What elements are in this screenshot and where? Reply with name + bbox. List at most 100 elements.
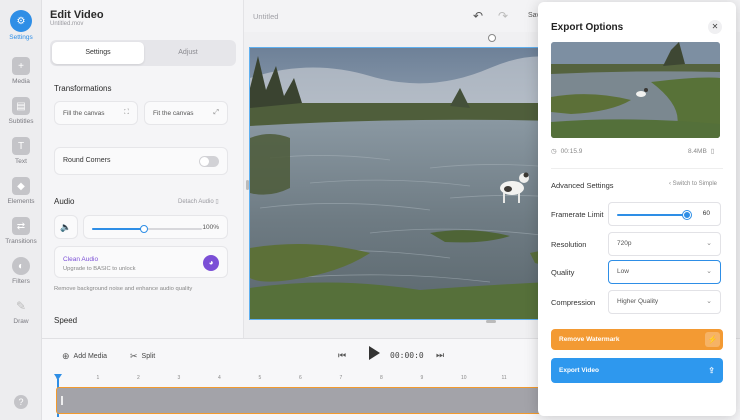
clean-audio-card[interactable]: Clean Audio Upgrade to BASIC to unlock ◕ xyxy=(54,246,228,278)
document-title[interactable]: Untitled xyxy=(253,12,278,21)
round-corners-toggle[interactable] xyxy=(199,156,219,167)
framerate-control: 60 xyxy=(608,202,721,226)
premium-icon: ◕ xyxy=(203,255,219,271)
remove-watermark-button[interactable]: Remove Watermark ⚡ xyxy=(551,329,723,350)
speaker-icon[interactable]: 🔈 xyxy=(54,215,78,239)
audio-title: Audio xyxy=(54,197,75,206)
chevron-down-icon: ⌄ xyxy=(706,298,712,305)
skip-back-icon[interactable]: ⏮ xyxy=(338,350,346,361)
fit-canvas-button[interactable]: Fit the canvas ⤢ xyxy=(144,101,228,125)
pencil-icon: ✎ xyxy=(15,299,27,313)
play-icon[interactable] xyxy=(369,346,380,360)
split-button[interactable]: ✂ Split xyxy=(130,351,155,362)
modal-title: Export Options xyxy=(551,22,624,33)
advanced-settings-title: Advanced Settings xyxy=(551,181,614,190)
clip-trim-start[interactable] xyxy=(61,396,63,405)
filesize-value: 8.4MB xyxy=(688,147,707,155)
file-icon: ▯ xyxy=(710,148,715,155)
ruler-tick: 3 xyxy=(177,375,181,381)
rail-label: Elements xyxy=(7,198,35,205)
detach-audio-label: Detach Audio xyxy=(178,199,214,205)
clean-audio-description: Remove background noise and enhance audi… xyxy=(54,286,193,292)
export-video-button[interactable]: Export Video ⇪ xyxy=(551,358,723,383)
timecode: 00:00:0 xyxy=(390,351,424,360)
speed-title: Speed xyxy=(54,316,78,325)
undo-icon[interactable]: ↶ xyxy=(473,9,483,23)
rail-item-text[interactable]: T Text xyxy=(0,137,42,173)
fill-canvas-button[interactable]: Fill the canvas ⛶ xyxy=(54,101,138,125)
rail-item-settings[interactable]: ⚙ Settings xyxy=(0,10,42,48)
rail-item-subtitles[interactable]: ▤ Subtitles xyxy=(0,97,42,133)
close-icon[interactable]: ✕ xyxy=(708,20,722,34)
rail-item-elements[interactable]: ◆ Elements xyxy=(0,177,42,213)
quality-label: Quality xyxy=(551,268,575,277)
rail-label: Filters xyxy=(12,278,30,285)
clean-audio-title: Clean Audio xyxy=(63,256,99,263)
transitions-icon: ⇄ xyxy=(12,217,30,235)
volume-slider[interactable] xyxy=(92,225,202,233)
rail-label: Text xyxy=(15,158,27,165)
ruler-tick: 4 xyxy=(218,375,221,381)
volume-knob[interactable] xyxy=(139,225,148,233)
ruler-tick: 9 xyxy=(420,375,424,381)
add-media-label: Add Media xyxy=(73,353,108,360)
framerate-knob[interactable] xyxy=(683,211,691,219)
resolution-value: 720p xyxy=(617,240,632,247)
upload-icon: ⇪ xyxy=(708,366,715,375)
rail-item-draw[interactable]: ✎ Draw xyxy=(0,297,42,333)
remove-watermark-label: Remove Watermark xyxy=(559,336,620,343)
resolution-select[interactable]: 720p ⌄ xyxy=(608,232,721,256)
lightning-icon: ⚡ xyxy=(705,332,720,347)
export-duration: ◷ 00:15.9 xyxy=(551,147,582,156)
phone-icon: ▯ xyxy=(215,199,219,205)
skip-forward-icon[interactable]: ⏭ xyxy=(436,350,444,361)
tab-adjust[interactable]: Adjust xyxy=(142,42,234,64)
framerate-label: Framerate Limit xyxy=(551,210,604,219)
divider xyxy=(551,168,723,169)
scissors-icon: ✂ xyxy=(130,351,138,361)
export-options-modal: Export Options ✕ ◷ 00:15.9 8.4MB ▯ Advan… xyxy=(538,2,736,416)
volume-value: 100% xyxy=(202,224,219,231)
plus-icon: + xyxy=(12,57,30,75)
compression-select[interactable]: Higher Quality ⌄ xyxy=(608,290,721,314)
compression-label: Compression xyxy=(551,298,596,307)
thumbnail-frame xyxy=(551,42,720,138)
split-label: Split xyxy=(141,353,156,360)
detach-audio-link[interactable]: Detach Audio ▯ xyxy=(178,198,219,205)
settings-panel: Edit Video Untitled.mov Settings Adjust … xyxy=(42,0,244,338)
rotate-handle[interactable] xyxy=(488,34,496,42)
add-media-button[interactable]: ⊕ Add Media xyxy=(62,351,107,362)
resize-handle-bottom[interactable] xyxy=(486,320,496,323)
export-thumbnail xyxy=(551,42,720,138)
export-video-label: Export Video xyxy=(559,367,599,374)
rail-item-transitions[interactable]: ⇄ Transitions xyxy=(0,217,42,253)
subtitles-icon: ▤ xyxy=(12,97,30,115)
ruler-tick: 2 xyxy=(137,375,140,381)
resize-icon: ⤢ xyxy=(213,109,219,116)
elements-icon: ◆ xyxy=(12,177,30,195)
clock-icon: ◷ xyxy=(551,148,557,155)
panel-tabs: Settings Adjust xyxy=(50,40,236,66)
ruler-tick: 8 xyxy=(380,375,383,381)
rail-item-filters[interactable]: ◐ Filters xyxy=(0,257,42,293)
rail-label: Subtitles xyxy=(8,118,34,125)
fill-canvas-label: Fill the canvas xyxy=(63,109,105,117)
framerate-value: 60 xyxy=(702,210,710,217)
tab-settings[interactable]: Settings xyxy=(52,42,144,64)
quality-select[interactable]: Low ⌄ xyxy=(608,260,721,284)
ruler-tick: 7 xyxy=(339,375,343,381)
volume-control: 100% xyxy=(83,215,228,239)
switch-to-simple-link[interactable]: ‹ Switch to Simple xyxy=(669,181,717,187)
rail-item-media[interactable]: + Media xyxy=(0,57,42,93)
export-filesize: 8.4MB ▯ xyxy=(688,147,715,156)
tool-rail: ⚙ Settings + Media ▤ Subtitles T Text ◆ … xyxy=(0,0,42,420)
chevron-down-icon: ⌄ xyxy=(706,240,712,247)
framerate-slider[interactable] xyxy=(617,211,691,219)
rail-label: Draw xyxy=(13,318,29,325)
transformations-title: Transformations xyxy=(54,84,112,93)
help-icon[interactable]: ? xyxy=(14,395,28,409)
redo-icon[interactable]: ↷ xyxy=(498,9,508,23)
plus-circle-icon: ⊕ xyxy=(62,351,70,361)
rail-label: Settings xyxy=(9,34,33,41)
fit-canvas-label: Fit the canvas xyxy=(153,109,194,117)
